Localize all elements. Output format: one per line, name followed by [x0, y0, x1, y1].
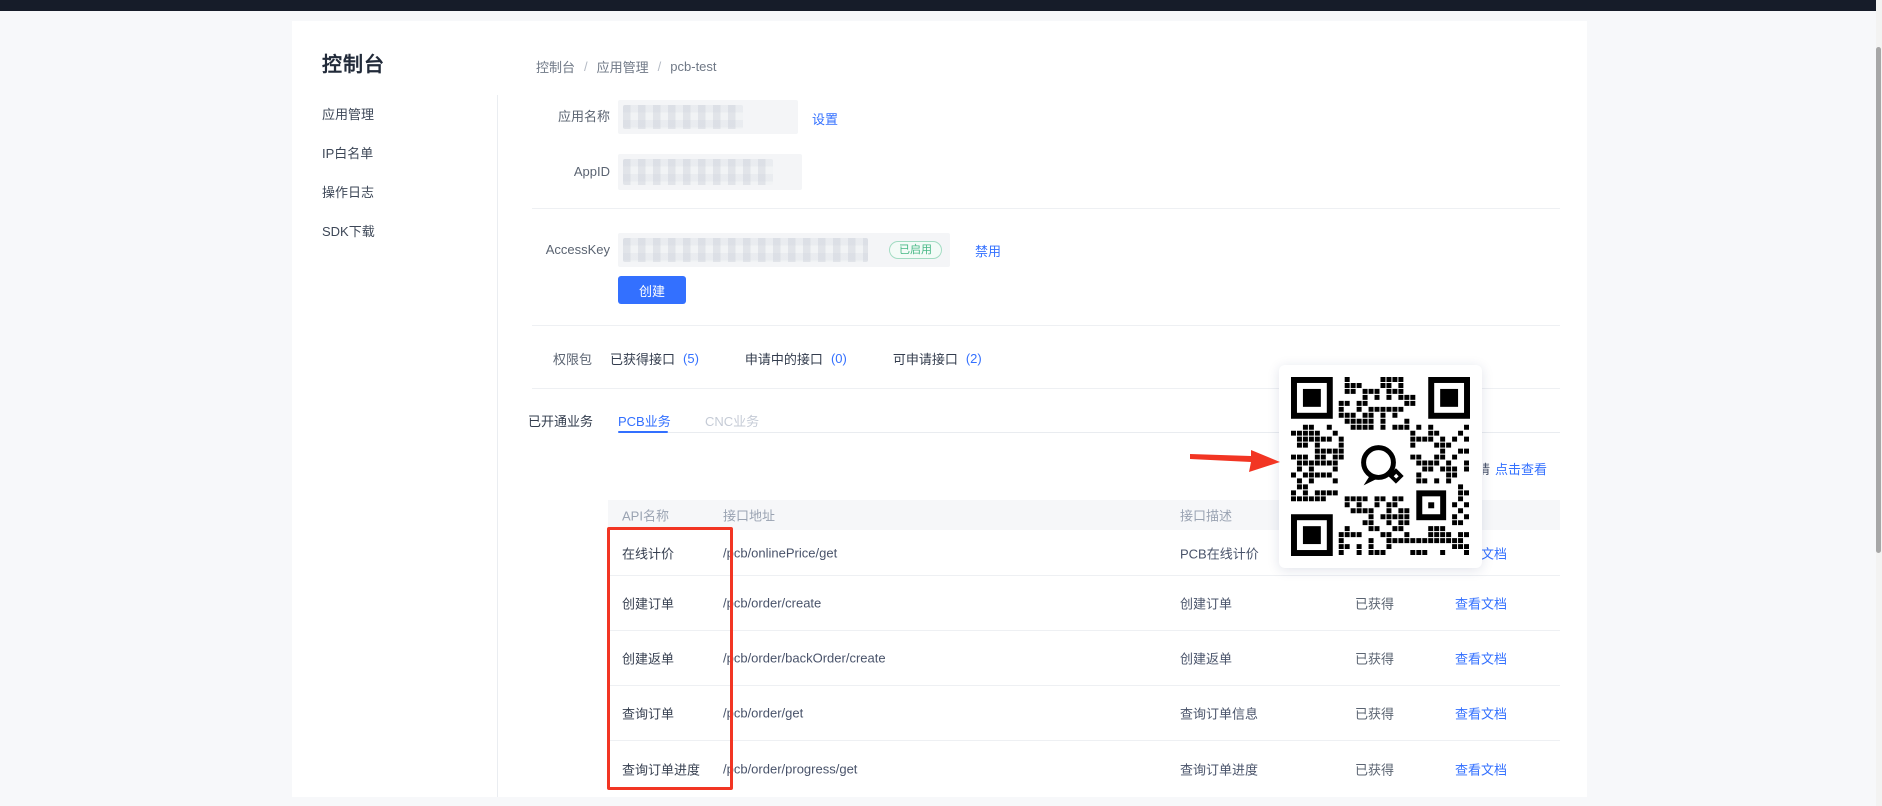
breadcrumb: 控制台 / 应用管理 / pcb-test	[536, 57, 717, 76]
api-status: 已获得	[1355, 760, 1394, 779]
services-label: 已开通业务	[528, 411, 593, 430]
permissions-obtained[interactable]: 已获得接口 (5)	[610, 349, 699, 368]
wechat-logo-icon	[1354, 438, 1408, 492]
app-name-label: 应用名称	[510, 100, 610, 134]
red-annotation-box	[607, 527, 733, 790]
breadcrumb-separator: /	[584, 59, 588, 74]
section-divider	[532, 325, 1560, 326]
header-api-path: 接口地址	[723, 506, 775, 525]
occluded-text-fragment: 请	[1483, 459, 1490, 475]
top-navbar	[0, 0, 1876, 11]
wechat-qr-card	[1279, 365, 1482, 568]
api-path: /pcb/order/progress/get	[723, 762, 857, 777]
table-row: 查询订单 /pcb/order/get 查询订单信息 已获得 查看文档	[608, 686, 1560, 741]
red-annotation-arrow	[1190, 447, 1282, 475]
settings-link[interactable]: 设置	[812, 109, 838, 128]
view-doc-link[interactable]: 查看文档	[1455, 760, 1507, 779]
sidebar-item-ip-whitelist[interactable]: IP白名单	[322, 144, 373, 164]
view-doc-link[interactable]: 查看文档	[1455, 594, 1507, 613]
breadcrumb-current: pcb-test	[670, 59, 716, 74]
sidebar-item-operation-log[interactable]: 操作日志	[322, 183, 374, 203]
tab-pcb[interactable]: PCB业务	[618, 411, 671, 430]
page-title: 控制台	[322, 48, 385, 77]
header-api-desc: 接口描述	[1180, 506, 1232, 525]
api-desc: 创建返单	[1180, 649, 1232, 668]
blurred-value	[623, 105, 743, 129]
status-badge-enabled: 已启用	[889, 241, 942, 259]
header-api-name: API名称	[622, 506, 669, 525]
breadcrumb-console[interactable]: 控制台	[536, 57, 575, 76]
api-path: /pcb/order/get	[723, 706, 803, 721]
appid-value-masked	[618, 154, 802, 190]
api-desc: 查询订单信息	[1180, 704, 1258, 723]
permissions-row: 权限包 已获得接口 (5) 申请中的接口 (0) 可申请接口 (2)	[553, 349, 1028, 368]
accesskey-value-masked: 已启用	[618, 233, 950, 267]
disable-link[interactable]: 禁用	[975, 241, 1001, 260]
content-card: 控制台 应用管理 IP白名单 操作日志 SDK下载 控制台 / 应用管理 / p…	[292, 21, 1587, 797]
table-row: 创建订单 /pcb/order/create 创建订单 已获得 查看文档	[608, 576, 1560, 631]
permissions-obtained-label: 已获得接口	[610, 349, 675, 368]
section-divider	[532, 208, 1560, 209]
console-page: 控制台 应用管理 IP白名单 操作日志 SDK下载 控制台 / 应用管理 / p…	[0, 0, 1882, 806]
permissions-available-count[interactable]: (2)	[966, 351, 982, 366]
api-path: /pcb/order/backOrder/create	[723, 651, 886, 666]
appid-label: AppID	[510, 164, 610, 179]
breadcrumb-app-management[interactable]: 应用管理	[597, 57, 649, 76]
api-desc: 查询订单进度	[1180, 760, 1258, 779]
blurred-value	[623, 159, 773, 185]
api-desc: PCB在线计价	[1180, 543, 1259, 562]
api-status: 已获得	[1355, 704, 1394, 723]
permissions-pending-label: 申请中的接口	[745, 349, 823, 368]
sidebar-item-sdk-download[interactable]: SDK下载	[322, 222, 375, 242]
api-path: /pcb/order/create	[723, 596, 821, 611]
scrollbar-thumb[interactable]	[1876, 47, 1881, 553]
api-desc: 创建订单	[1180, 594, 1232, 613]
permissions-available[interactable]: 可申请接口 (2)	[893, 349, 982, 368]
permissions-label: 权限包	[553, 349, 592, 368]
table-row: 查询订单进度 /pcb/order/progress/get 查询订单进度 已获…	[608, 741, 1560, 797]
blurred-value	[623, 238, 868, 262]
api-path: /pcb/onlinePrice/get	[723, 545, 837, 560]
table-row: 创建返单 /pcb/order/backOrder/create 创建返单 已获…	[608, 631, 1560, 686]
view-doc-link[interactable]: 查看文档	[1455, 649, 1507, 668]
api-status: 已获得	[1355, 649, 1394, 668]
permissions-pending-count[interactable]: (0)	[831, 351, 847, 366]
api-status: 已获得	[1355, 594, 1394, 613]
app-name-value-masked	[618, 100, 798, 134]
tab-cnc[interactable]: CNC业务	[705, 411, 759, 430]
sidebar-item-app-management[interactable]: 应用管理	[322, 105, 374, 125]
active-tab-underline	[618, 431, 668, 433]
breadcrumb-separator: /	[658, 59, 662, 74]
permissions-available-label: 可申请接口	[893, 349, 958, 368]
view-doc-link[interactable]: 查看文档	[1455, 704, 1507, 723]
accesskey-label: AccessKey	[510, 233, 610, 267]
permissions-pending[interactable]: 申请中的接口 (0)	[745, 349, 847, 368]
wechat-qr-code	[1291, 377, 1470, 556]
sidebar-divider	[497, 95, 498, 797]
click-to-view-link[interactable]: 点击查看	[1495, 459, 1547, 478]
permissions-obtained-count[interactable]: (5)	[683, 351, 699, 366]
create-button[interactable]: 创建	[618, 276, 686, 304]
